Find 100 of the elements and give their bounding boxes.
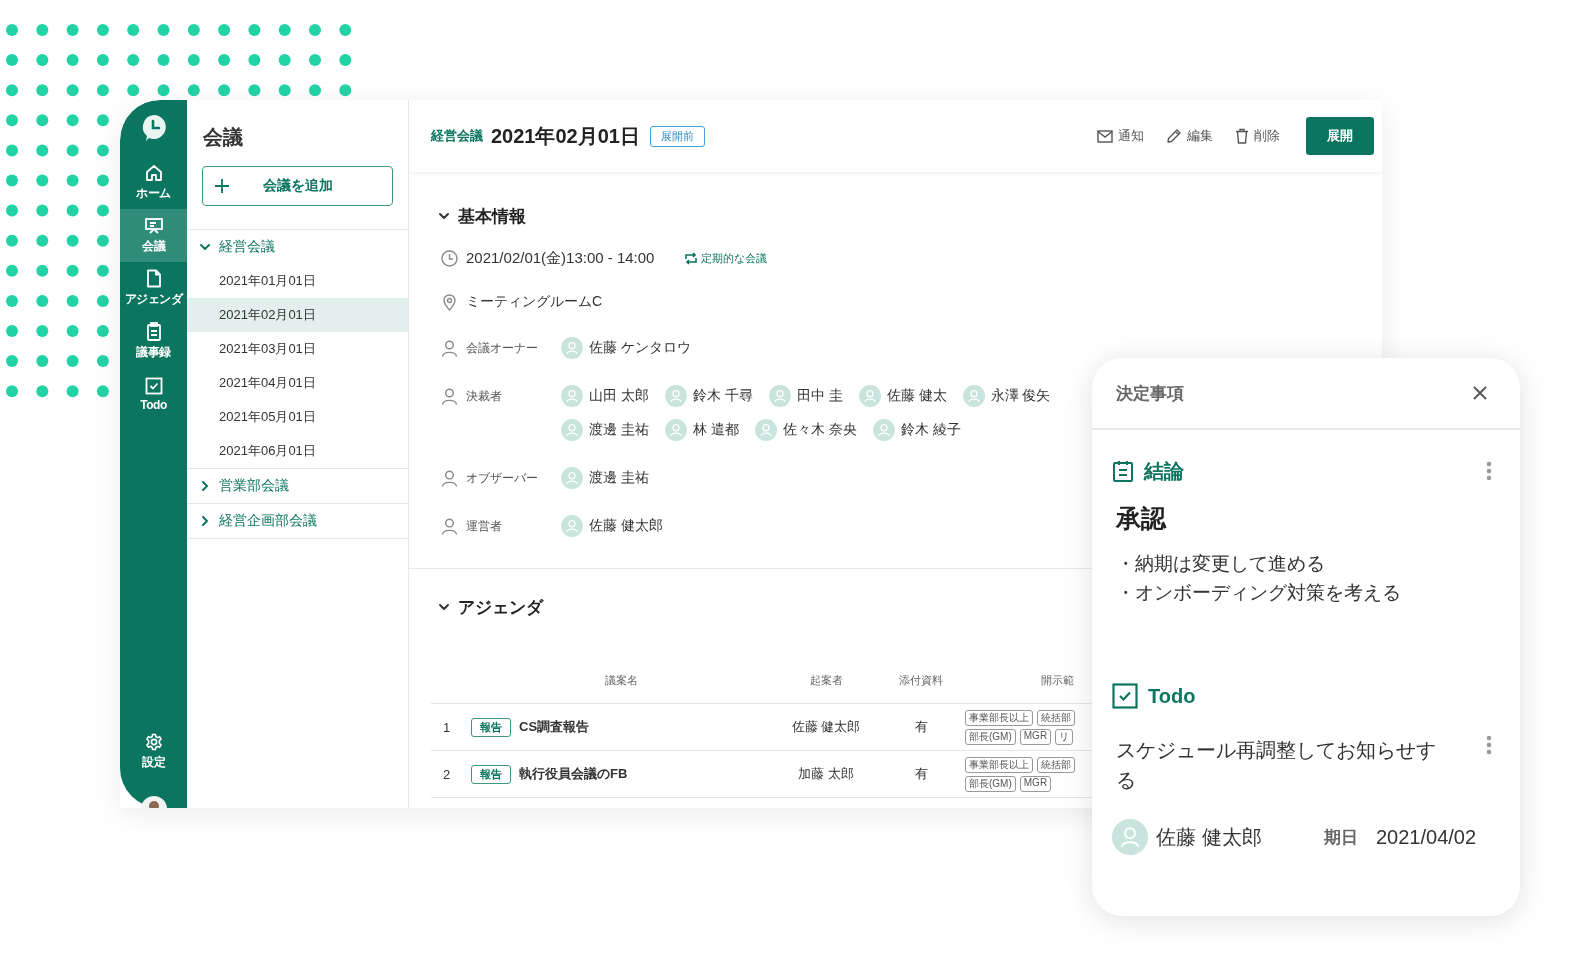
table-cell-text: 有 [913,718,929,736]
tree-item[interactable]: 2021年04月01日 [187,366,408,400]
row-number: 2 [442,766,452,782]
nav-item[interactable]: 議事録 [120,315,187,368]
checkbox-icon [144,377,163,395]
todo-text: スケジュール再調整してお知らせする [1116,738,1437,793]
tree-group[interactable]: 営業部会議 [187,469,408,503]
person-name: 佐藤 ケンタロウ [589,339,691,357]
column-header: 議案名 [603,672,639,688]
person-name: 山田 太郎 [589,387,649,405]
person-name: 鈴木 千尋 [692,387,753,405]
presentation-icon [143,216,164,235]
more-button[interactable] [1486,735,1492,755]
assignee-name: 佐藤 健太郎 [1156,824,1263,850]
status-badge: 展開前 [650,125,705,147]
section-heading[interactable]: 基本情報 [431,196,526,236]
clipboard-icon [145,322,162,341]
recurring-link[interactable]: 定期的な会議 [684,250,768,266]
tree-item[interactable]: 2021年05月01日 [187,400,408,434]
tree-item[interactable]: 2021年03月01日 [187,332,408,366]
avatar-icon [561,385,583,407]
category-tag: 報告 [471,764,511,784]
person-name: 林 遣都 [692,421,739,439]
close-icon [1472,385,1488,401]
avatar-icon [561,515,583,537]
action-button[interactable]: 削除 [1235,127,1280,145]
role-label: 決裁者 [466,387,502,405]
close-button[interactable] [1472,385,1488,401]
scope-tag: 統括部 [1037,709,1075,726]
person-icon [441,517,458,535]
avatar-icon [872,419,895,441]
person-name: 佐々木 奈央 [782,421,857,439]
conclusion-point: ・納期は変更して進める [1116,552,1326,576]
more-icon [1486,735,1492,755]
tree-item[interactable]: 2021年06月01日 [187,434,408,468]
section-heading: 結論 [1144,458,1185,484]
document-icon [145,269,162,288]
plus-icon [215,179,229,193]
agenda-title[interactable]: CS調査報告 [519,718,590,736]
avatar-icon [768,385,791,407]
scope-tag: 事業部長以上 [965,756,1033,773]
column-header: 起案者 [808,672,844,688]
add-meeting-button[interactable]: 会議を追加 [202,166,393,206]
more-button[interactable] [1486,461,1492,481]
home-icon [144,163,163,182]
location-pin-icon [441,293,458,311]
meeting-datetime: 2021/02/01(金)13:00 - 14:00 [466,248,655,268]
action-button[interactable]: 通知 [1097,127,1144,145]
avatar-icon [664,419,687,441]
avatar-icon [1112,819,1148,855]
column-header: 開示範 [1040,672,1075,688]
logo-icon [140,114,167,142]
sidebar-title: 会議 [202,125,244,150]
mail-icon [1097,129,1113,143]
scope-tag: 部長(GM) [965,728,1016,745]
pencil-icon [1166,128,1182,144]
scope-tag: 事業部長以上 [965,709,1033,726]
role-label: 運営者 [466,517,502,535]
avatar-icon [754,419,777,441]
tree-group[interactable]: 経営企画部会議 [187,504,408,538]
action-button[interactable]: 編集 [1166,127,1213,145]
nav-item[interactable]: ホーム [120,156,187,209]
person-name: 佐藤 健太郎 [589,517,663,535]
tree-item[interactable]: 2021年01月01日 [187,264,408,298]
person-name: 渡邊 圭祐 [589,469,649,487]
avatar-icon [561,419,583,441]
meeting-location: ミーティングルームC [466,293,603,311]
tree-group[interactable]: 経営会議 [187,230,408,264]
table-cell-text: 加藤 太郎 [797,765,855,783]
person-icon [441,469,458,487]
breadcrumb[interactable]: 経営会議 [431,127,483,145]
conclusion-point: ・オンボーディング対策を考える [1116,581,1402,605]
nav-item[interactable]: Todo [120,368,187,421]
settings-icon [144,732,163,751]
scope-tag: リ [1055,728,1074,745]
avatar-icon [664,385,687,407]
checkbox-icon [1112,683,1138,709]
table-cell-text: 佐藤 健太郎 [790,718,862,736]
person-icon [441,339,458,357]
scope-tag: 部長(GM) [965,775,1016,792]
category-tag: 報告 [471,717,511,737]
nav-item[interactable]: 会議 [120,209,187,262]
nav-item[interactable]: 設定 [120,725,187,778]
repeat-icon [684,251,699,265]
role-label: オブザーバー [466,469,538,487]
primary-button[interactable]: 展開 [1306,117,1374,155]
row-number: 1 [442,719,452,735]
person-name: 渡邊 圭祐 [589,421,649,439]
scope-tag: 統括部 [1037,756,1075,773]
column-header: 添付資料 [898,672,944,688]
trash-icon [1235,128,1249,144]
agenda-title[interactable]: 執行役員会議のFB [519,765,628,783]
nav-item[interactable]: アジェンダ [120,262,187,315]
conclusion-title: 承認 [1116,503,1168,534]
person-name: 鈴木 綾子 [900,421,961,439]
panel-title: 決定事項 [1116,382,1184,405]
section-heading: Todo [1148,684,1197,708]
section-heading[interactable]: アジェンダ [431,587,543,627]
tree-item[interactable]: 2021年02月01日 [187,298,408,332]
role-label: 会議オーナー [466,339,538,357]
